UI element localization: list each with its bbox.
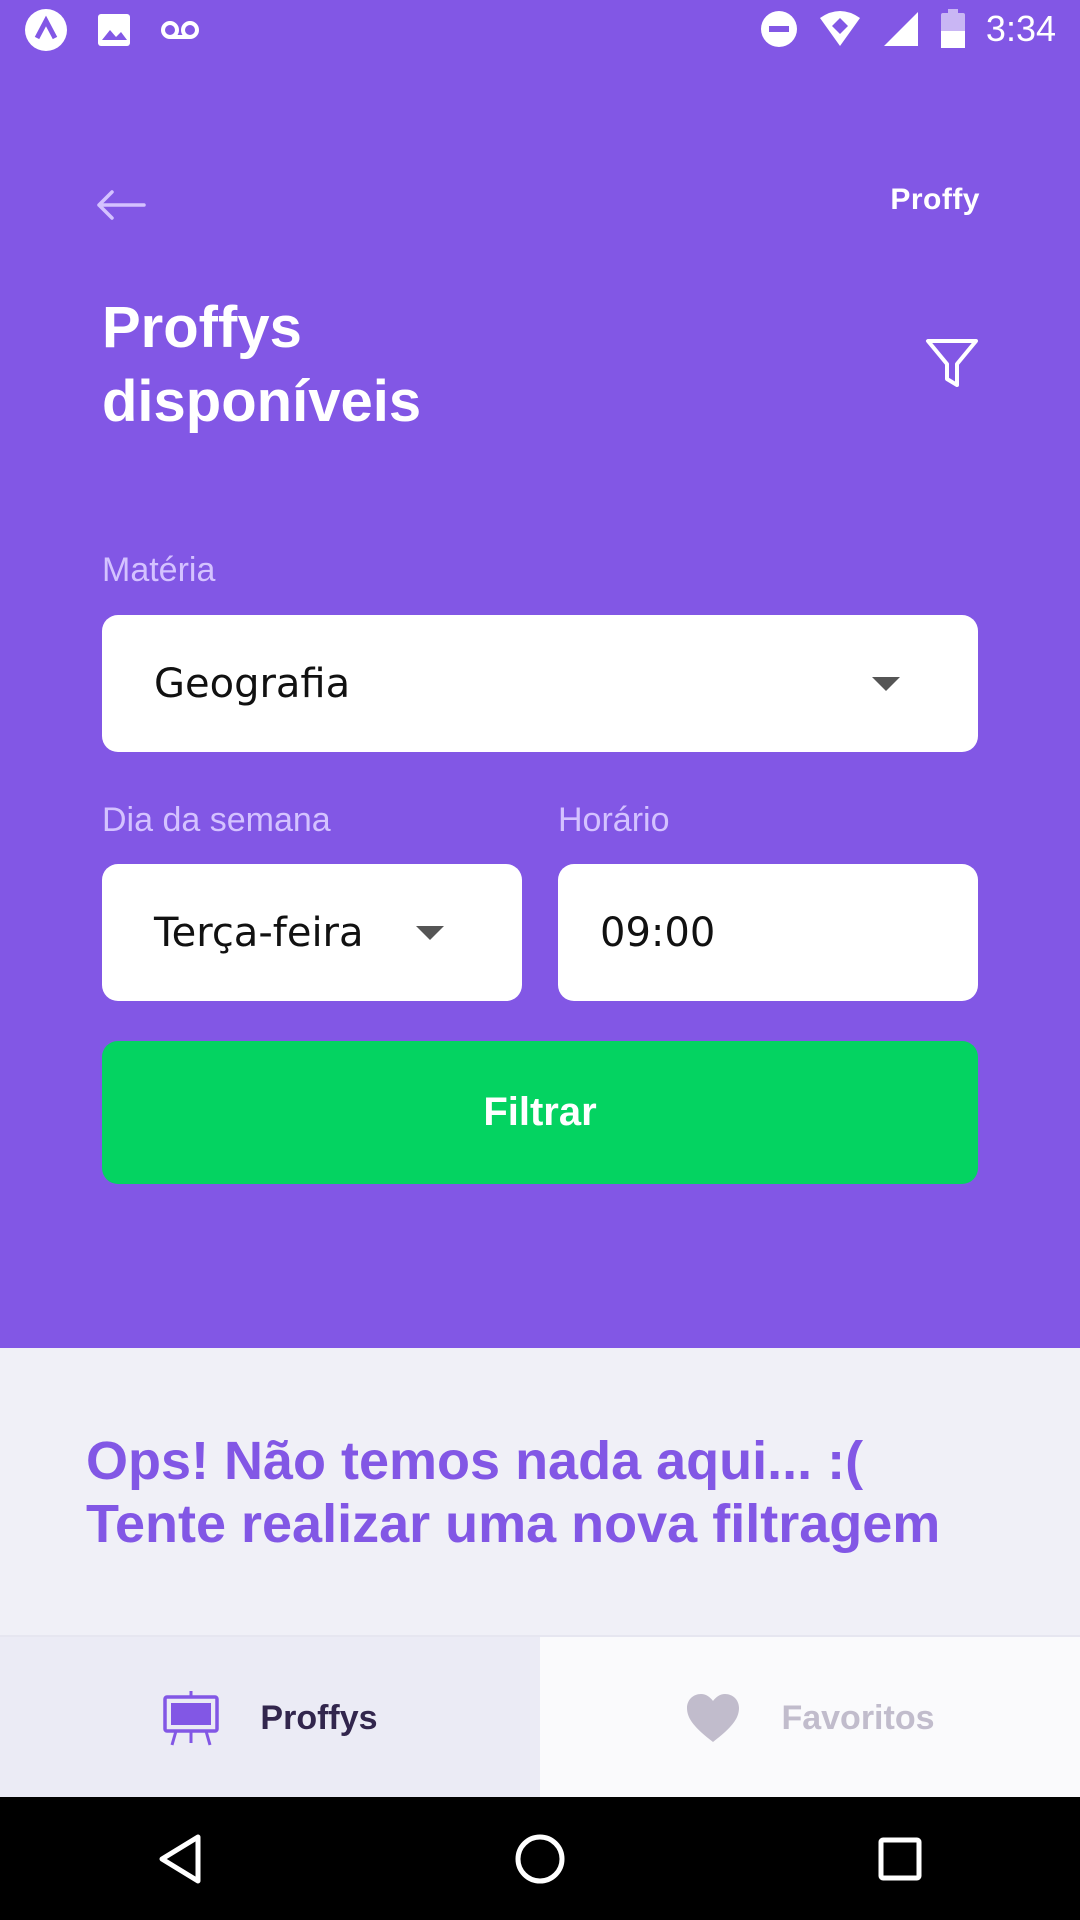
chevron-down-icon bbox=[416, 926, 444, 940]
weekday-label: Dia da semana bbox=[102, 801, 331, 839]
tab-favoritos[interactable]: Favoritos bbox=[540, 1637, 1080, 1799]
easel-icon bbox=[163, 1691, 220, 1746]
tab-favoritos-label: Favoritos bbox=[781, 1698, 935, 1737]
heart-icon bbox=[687, 1694, 740, 1742]
image-icon bbox=[98, 14, 130, 46]
page-title-line2: disponíveis bbox=[102, 369, 422, 434]
app-icon bbox=[25, 9, 67, 51]
nav-home-button[interactable] bbox=[500, 1819, 580, 1899]
tab-proffys[interactable]: Proffys bbox=[0, 1637, 540, 1799]
nav-back-button[interactable] bbox=[140, 1819, 220, 1899]
filter-toggle-button[interactable] bbox=[924, 335, 980, 391]
tab-proffys-label: Proffys bbox=[260, 1698, 378, 1737]
do-not-disturb-icon bbox=[760, 11, 797, 47]
empty-state-line1: Ops! Não temos nada aqui... :( bbox=[86, 1431, 864, 1491]
square-recents-icon bbox=[878, 1837, 922, 1880]
status-time: 3:34 bbox=[985, 8, 1056, 49]
time-label: Horário bbox=[558, 801, 670, 839]
subject-label: Matéria bbox=[102, 551, 216, 589]
signal-icon bbox=[883, 12, 918, 46]
subject-value: Geografia bbox=[154, 660, 351, 707]
chevron-down-icon bbox=[872, 677, 900, 691]
page-title: Proffys disponíveis bbox=[102, 291, 662, 439]
circle-home-icon bbox=[515, 1834, 565, 1883]
back-button[interactable] bbox=[96, 175, 156, 235]
battery-icon bbox=[940, 9, 965, 48]
weekday-select[interactable]: Terça-feira bbox=[102, 864, 522, 1001]
status-bar: 3:34 bbox=[0, 0, 1080, 63]
empty-state-line2: Tente realizar uma nova filtragem bbox=[86, 1494, 941, 1554]
nav-recents-button[interactable] bbox=[860, 1819, 940, 1899]
time-input[interactable]: 09:00 bbox=[558, 864, 978, 1001]
wifi-icon bbox=[819, 11, 860, 46]
triangle-back-icon bbox=[159, 1834, 201, 1883]
filter-submit-button[interactable]: Filtrar bbox=[102, 1041, 978, 1184]
bottom-tab-bar: Proffys Favoritos bbox=[0, 1635, 1080, 1799]
subject-select[interactable]: Geografia bbox=[102, 615, 978, 752]
weekday-value: Terça-feira bbox=[154, 909, 364, 956]
page-title-line1: Proffys bbox=[102, 295, 302, 360]
app-logo: Proffy bbox=[890, 183, 980, 216]
system-navigation-bar bbox=[0, 1797, 1080, 1920]
page-header: Proffy Proffys disponíveis Matéria Geogr… bbox=[0, 63, 1080, 1348]
arrow-left-icon bbox=[97, 190, 146, 220]
empty-state-message: Ops! Não temos nada aqui... :( Tente rea… bbox=[86, 1430, 1046, 1556]
filter-icon bbox=[926, 339, 978, 387]
time-value: 09:00 bbox=[600, 909, 716, 956]
voicemail-icon bbox=[161, 21, 199, 39]
